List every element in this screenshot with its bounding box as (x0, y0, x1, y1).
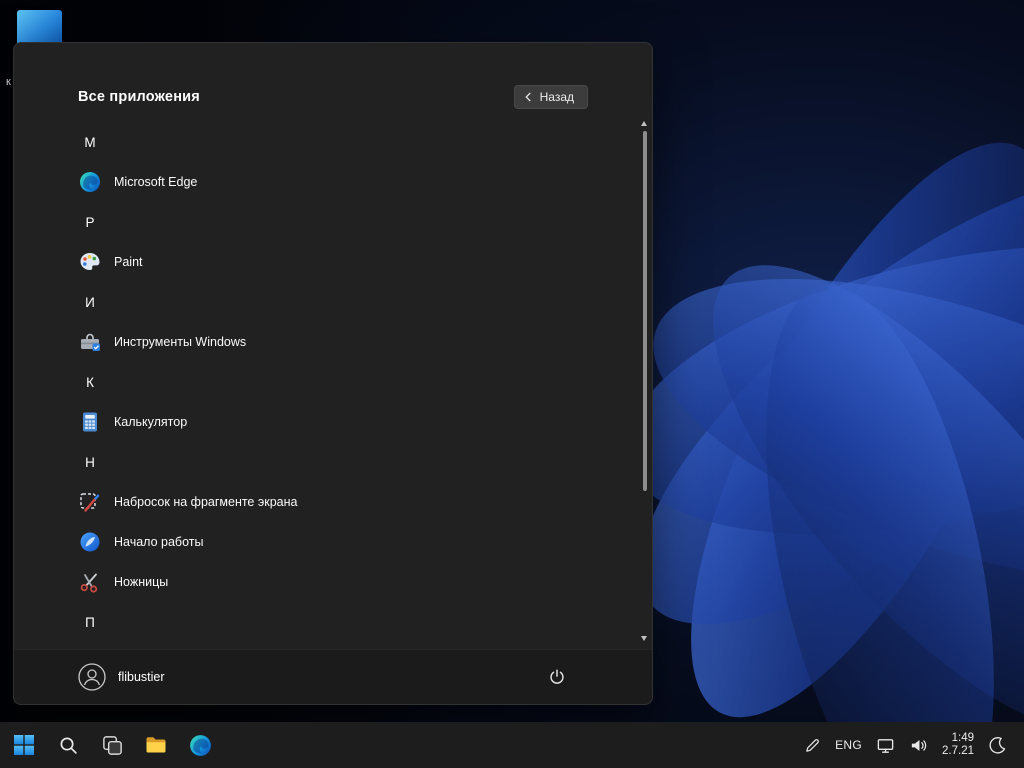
volume-tray-button[interactable] (902, 725, 935, 765)
pen-icon (804, 737, 821, 754)
power-button[interactable] (540, 660, 574, 694)
folder-icon (144, 733, 168, 757)
system-tray: ENG 1:49 2.7.21 (797, 725, 1024, 765)
app-row-snip-sketch[interactable]: Набросок на фрагменте экрана (78, 482, 622, 522)
desktop-icon-image (17, 10, 62, 46)
letter-label: Н (85, 454, 95, 470)
app-row-get-started[interactable]: Начало работы (78, 522, 622, 562)
app-label: Paint (114, 255, 143, 269)
all-apps-header: Все приложения Назад (78, 85, 588, 109)
app-row-snipping-tool[interactable]: Ножницы (78, 562, 622, 602)
start-menu-panel: Все приложения Назад M Microsoft Edge P … (13, 42, 653, 705)
search-button[interactable] (48, 722, 88, 768)
desktop-icon[interactable]: к (6, 10, 62, 88)
all-apps-title: Все приложения (78, 89, 200, 105)
chevron-left-icon (524, 91, 533, 103)
network-tray-button[interactable] (869, 725, 902, 765)
scrollbar-down-arrow-icon[interactable] (641, 636, 647, 641)
windows-logo-icon (12, 733, 36, 757)
app-label: Калькулятор (114, 415, 188, 429)
edge-icon (78, 170, 102, 194)
network-icon (876, 736, 895, 755)
desktop-icon-label: к (6, 76, 11, 88)
letter-header-m[interactable]: M (78, 122, 622, 162)
language-label: ENG (835, 738, 863, 752)
taskbar: ENG 1:49 2.7.21 (0, 722, 1024, 768)
edge-icon (188, 733, 213, 758)
letter-label: П (85, 614, 95, 630)
letter-header-n[interactable]: Н (78, 442, 622, 482)
pen-tray-button[interactable] (797, 725, 828, 765)
app-label: Microsoft Edge (114, 175, 198, 189)
scrollbar-up-arrow-icon[interactable] (641, 121, 647, 126)
letter-header-pe[interactable]: П (78, 602, 622, 642)
edge-taskbar-button[interactable] (180, 722, 220, 768)
snip-sketch-icon (78, 490, 102, 514)
search-icon (58, 735, 79, 756)
clock[interactable]: 1:49 2.7.21 (935, 732, 981, 759)
speaker-icon (909, 736, 928, 755)
clock-time: 1:49 (951, 731, 974, 744)
windows-tools-icon (78, 330, 102, 354)
language-indicator[interactable]: ENG (828, 725, 869, 765)
snipping-tool-icon (78, 570, 102, 594)
letter-label: M (84, 134, 96, 150)
moon-icon (988, 736, 1007, 755)
all-apps-list: M Microsoft Edge P Paint И Инструменты W… (78, 122, 622, 642)
app-row-windows-tools[interactable]: Инструменты Windows (78, 322, 622, 362)
letter-header-i[interactable]: И (78, 282, 622, 322)
calculator-icon (78, 410, 102, 434)
app-label: Инструменты Windows (114, 335, 247, 349)
start-menu-footer: flibustier (14, 649, 652, 704)
user-profile[interactable]: flibustier (78, 663, 165, 691)
start-button[interactable] (4, 722, 44, 768)
user-name: flibustier (118, 670, 165, 684)
app-label: Набросок на фрагменте экрана (114, 495, 298, 509)
letter-label: И (85, 294, 95, 310)
user-avatar-icon (78, 663, 106, 691)
paint-icon (78, 250, 102, 274)
letter-header-p[interactable]: P (78, 202, 622, 242)
clock-date: 2.7.21 (942, 745, 974, 757)
taskbar-app-icons (0, 722, 224, 768)
power-icon (548, 668, 566, 686)
back-button[interactable]: Назад (513, 85, 588, 109)
file-explorer-button[interactable] (136, 722, 176, 768)
letter-label: P (85, 214, 95, 230)
app-label: Ножницы (114, 575, 169, 589)
app-row-microsoft-edge[interactable]: Microsoft Edge (78, 162, 622, 202)
scrollbar[interactable] (641, 121, 648, 641)
scrollbar-thumb[interactable] (642, 131, 647, 491)
task-view-button[interactable] (92, 722, 132, 768)
letter-label: К (86, 374, 94, 390)
app-row-paint[interactable]: Paint (78, 242, 622, 282)
app-row-calculator[interactable]: Калькулятор (78, 402, 622, 442)
task-view-icon (101, 734, 124, 757)
letter-header-k[interactable]: К (78, 362, 622, 402)
get-started-icon (78, 530, 102, 554)
app-label: Начало работы (114, 535, 204, 549)
back-button-label: Назад (539, 90, 574, 104)
focus-assist-button[interactable] (981, 725, 1014, 765)
